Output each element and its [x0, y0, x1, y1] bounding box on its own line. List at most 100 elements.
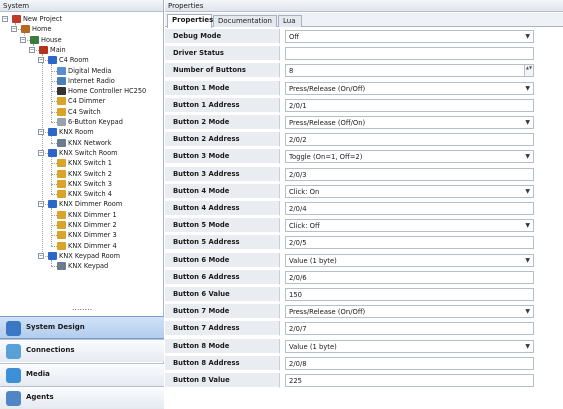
dropdown-arrow-icon[interactable]: ▼ — [525, 220, 530, 232]
property-input[interactable]: 2/0/8 — [285, 356, 534, 370]
property-value: 2/0/5 — [289, 239, 307, 248]
nav-button-label: Media — [26, 369, 50, 378]
nav-splitter[interactable]: ........ — [0, 304, 164, 315]
tree-item-label: Digital Media — [68, 66, 112, 75]
tree-item[interactable]: KNX Dimmer 3 — [57, 230, 117, 240]
property-input[interactable]: 2/0/2 — [285, 133, 534, 147]
dropdown-arrow-icon[interactable]: ▼ — [525, 151, 530, 163]
tree-item[interactable]: KNX Keypad Room — [48, 251, 120, 261]
property-input[interactable]: 2/0/7 — [285, 322, 534, 336]
tree-item-label: KNX Switch Room — [59, 148, 118, 157]
tree-item[interactable]: KNX Room — [48, 127, 94, 137]
dropdown-arrow-icon[interactable]: ▼ — [525, 306, 530, 318]
tree-item[interactable]: KNX Dimmer Room — [48, 199, 122, 209]
property-value: Click: Off — [289, 222, 320, 231]
tree-item[interactable]: Internet Radio — [57, 76, 115, 86]
nav-agents-button[interactable]: Agents — [0, 385, 164, 409]
property-label: Button 5 Mode — [165, 218, 280, 234]
tree-item[interactable]: KNX Switch 1 — [57, 158, 112, 168]
tree-expander[interactable]: − — [38, 149, 44, 156]
tree-expander[interactable]: − — [38, 201, 44, 208]
property-input[interactable]: 2/0/1 — [285, 98, 534, 112]
property-dropdown[interactable]: Press/Release (Off/On) ▼ — [285, 116, 534, 129]
property-row: Driver Status — [165, 46, 563, 62]
switch-icon — [57, 159, 66, 168]
property-value: Toggle (On=1, Off=2) — [289, 153, 363, 162]
tree-item[interactable]: Main — [39, 45, 66, 55]
dropdown-arrow-icon[interactable]: ▼ — [525, 341, 530, 353]
property-dropdown[interactable]: Click: On ▼ — [285, 184, 534, 198]
tree-item[interactable]: KNX Switch 4 — [57, 189, 112, 199]
tree-item-label: Home — [32, 25, 52, 34]
tree-expander[interactable]: − — [38, 57, 44, 64]
tree-expander[interactable]: − — [2, 16, 8, 22]
nav-media-button[interactable]: Media — [0, 362, 164, 386]
tree-item[interactable]: 6-Button Keypad — [57, 117, 123, 127]
tree-item[interactable]: C4 Switch — [57, 107, 101, 117]
tree-expander[interactable]: − — [20, 36, 26, 43]
property-label: Button 1 Mode — [165, 80, 280, 96]
property-row: Button 8 Address 2/0/8 — [165, 355, 563, 371]
tree-item[interactable]: KNX Network — [57, 138, 111, 148]
property-input[interactable]: 2/0/3 — [285, 167, 534, 181]
tree-item[interactable]: Home — [21, 24, 51, 34]
dropdown-arrow-icon[interactable]: ▼ — [525, 83, 530, 95]
property-dropdown[interactable]: Click: Off ▼ — [285, 219, 534, 233]
tab-lua[interactable]: Lua — [278, 15, 302, 27]
property-value: 2/0/4 — [289, 205, 307, 213]
tree-item[interactable]: KNX Switch 3 — [57, 179, 112, 189]
dropdown-arrow-icon[interactable]: ▼ — [525, 31, 530, 43]
property-input[interactable]: 225 — [285, 374, 534, 387]
tree-item[interactable]: KNX Switch Room — [48, 148, 118, 158]
property-dropdown[interactable]: Press/Release (On/Off) ▼ — [285, 305, 534, 319]
tree-item[interactable]: New Project — [12, 14, 62, 24]
tab-documentation[interactable]: Documentation — [213, 15, 277, 27]
tree-item[interactable]: Digital Media — [57, 66, 111, 76]
property-input[interactable] — [285, 47, 534, 61]
tree-item[interactable]: C4 Dimmer — [57, 96, 105, 106]
property-dropdown[interactable]: Press/Release (On/Off) ▼ — [285, 81, 534, 95]
property-dropdown[interactable]: Off ▼ — [285, 30, 534, 43]
property-label: Button 4 Address — [165, 201, 280, 216]
property-dropdown[interactable]: Value (1 byte) ▼ — [285, 253, 534, 267]
property-dropdown[interactable]: Toggle (On=1, Off=2) ▼ — [285, 150, 534, 164]
tree-item[interactable]: KNX Dimmer 2 — [57, 220, 117, 230]
tree-item[interactable]: C4 Room — [48, 55, 89, 65]
nav-system-design-button[interactable]: System Design — [0, 316, 164, 339]
tree-item-label: KNX Room — [59, 128, 94, 137]
properties-panel: Properties Properties Documentation Lua De… — [165, 0, 563, 409]
controller-icon — [57, 87, 66, 96]
property-spinner[interactable]: 8 ▲▼ — [285, 64, 534, 78]
dropdown-arrow-icon[interactable]: ▼ — [525, 255, 530, 267]
tree-item-label: KNX Switch 1 — [68, 159, 112, 168]
dropdown-arrow-icon[interactable]: ▼ — [525, 117, 530, 129]
spinner-arrows-icon[interactable]: ▲▼ — [524, 65, 533, 77]
tab-properties[interactable]: Properties — [167, 14, 213, 28]
property-value: Click: On — [289, 187, 320, 196]
property-input[interactable]: 2/0/6 — [285, 270, 534, 284]
project-tree: − New Project − Home − House − Main − C4 Room Digi… — [0, 13, 163, 305]
property-row: Button 3 Mode Toggle (On=1, Off=2) ▼ — [165, 149, 563, 165]
property-label: Driver Status — [165, 46, 280, 62]
nav-connections-button[interactable]: Connections — [0, 339, 164, 363]
property-input[interactable]: 150 — [285, 288, 534, 301]
property-input[interactable]: 2/0/5 — [285, 236, 534, 250]
tree-item[interactable]: KNX Dimmer 1 — [57, 210, 117, 220]
tree-item-label: KNX Network — [68, 138, 112, 147]
room-icon — [48, 200, 57, 209]
tree-item[interactable]: House — [30, 35, 62, 45]
tree-item[interactable]: KNX Keypad — [57, 261, 108, 271]
dropdown-arrow-icon[interactable]: ▼ — [525, 186, 530, 198]
tree-item-label: C4 Room — [59, 56, 89, 65]
tree-expander[interactable]: − — [29, 46, 35, 53]
tree-item[interactable]: KNX Switch 2 — [57, 169, 112, 179]
tree-item[interactable]: KNX Dimmer 4 — [57, 241, 117, 251]
property-row: Debug Mode Off ▼ — [165, 29, 563, 44]
tree-expander[interactable]: − — [38, 129, 44, 136]
tree-item[interactable]: Home Controller HC250 — [57, 86, 146, 96]
tree-expander[interactable]: − — [38, 252, 44, 259]
property-input[interactable]: 2/0/4 — [285, 202, 534, 215]
property-label: Button 4 Mode — [165, 183, 280, 199]
tree-expander[interactable]: − — [11, 26, 17, 33]
property-dropdown[interactable]: Value (1 byte) ▼ — [285, 339, 534, 353]
